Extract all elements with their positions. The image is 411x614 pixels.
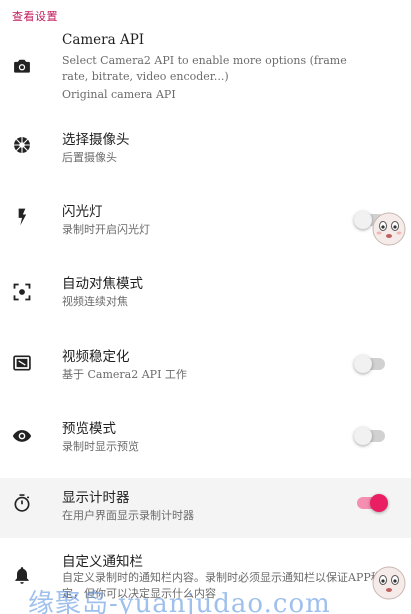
setting-title: 视频稳定化: [62, 349, 130, 365]
section-header: 查看设置: [12, 10, 58, 23]
camera-switch-icon: [11, 134, 33, 156]
preview-toggle[interactable]: [354, 427, 385, 445]
setting-title: 自动对焦模式: [62, 276, 143, 292]
setting-description: 后置摄像头: [62, 151, 117, 164]
setting-description: 基于 Camera2 API 工作: [62, 368, 187, 381]
setting-title: 预览模式: [62, 421, 116, 437]
flash-icon: [11, 206, 33, 228]
setting-description: 视频连续对焦: [62, 295, 128, 308]
setting-select-camera[interactable]: 选择摄像头 后置摄像头: [0, 128, 411, 178]
setting-title: 选择摄像头: [62, 132, 130, 148]
setting-value: Original camera API: [62, 88, 176, 101]
setting-title: 显示计时器: [62, 490, 130, 506]
setting-description: 录制时开启闪光灯: [62, 223, 150, 236]
timer-toggle[interactable]: [357, 494, 388, 512]
stabilization-toggle[interactable]: [354, 355, 385, 373]
watermark-text: 缘聚岛-yuanjudao.com: [28, 589, 331, 614]
eye-icon: [11, 425, 33, 447]
setting-camera-api[interactable]: Camera API Select Camera2 API to enable …: [0, 30, 411, 110]
toggle-thumb: [354, 355, 372, 373]
setting-preview[interactable]: 预览模式 录制时显示预览: [0, 417, 411, 467]
setting-description: 录制时显示预览: [62, 440, 139, 453]
toggle-thumb: [370, 494, 388, 512]
stabilization-icon: [11, 352, 33, 374]
sticker-image: [369, 208, 409, 248]
setting-title: 闪光灯: [62, 204, 103, 220]
toggle-thumb: [354, 427, 372, 445]
setting-description: Select Camera2 API to enable more option…: [62, 54, 347, 83]
timer-icon: [11, 492, 33, 514]
camera-icon: [11, 55, 33, 77]
setting-flash[interactable]: 闪光灯 录制时开启闪光灯: [0, 200, 411, 250]
setting-autofocus[interactable]: 自动对焦模式 视频连续对焦: [0, 272, 411, 322]
setting-description: 在用户界面显示录制计时器: [62, 509, 194, 522]
setting-title: Camera API: [62, 32, 145, 48]
focus-icon: [11, 281, 33, 303]
setting-stabilization[interactable]: 视频稳定化 基于 Camera2 API 工作: [0, 345, 411, 395]
setting-title: 自定义通知栏: [62, 554, 143, 570]
settings-screen: 查看设置 Camera API Select Camera2 API to en…: [0, 0, 411, 614]
setting-show-timer[interactable]: 显示计时器 在用户界面显示录制计时器: [0, 478, 411, 538]
sticker-image: [369, 562, 409, 602]
